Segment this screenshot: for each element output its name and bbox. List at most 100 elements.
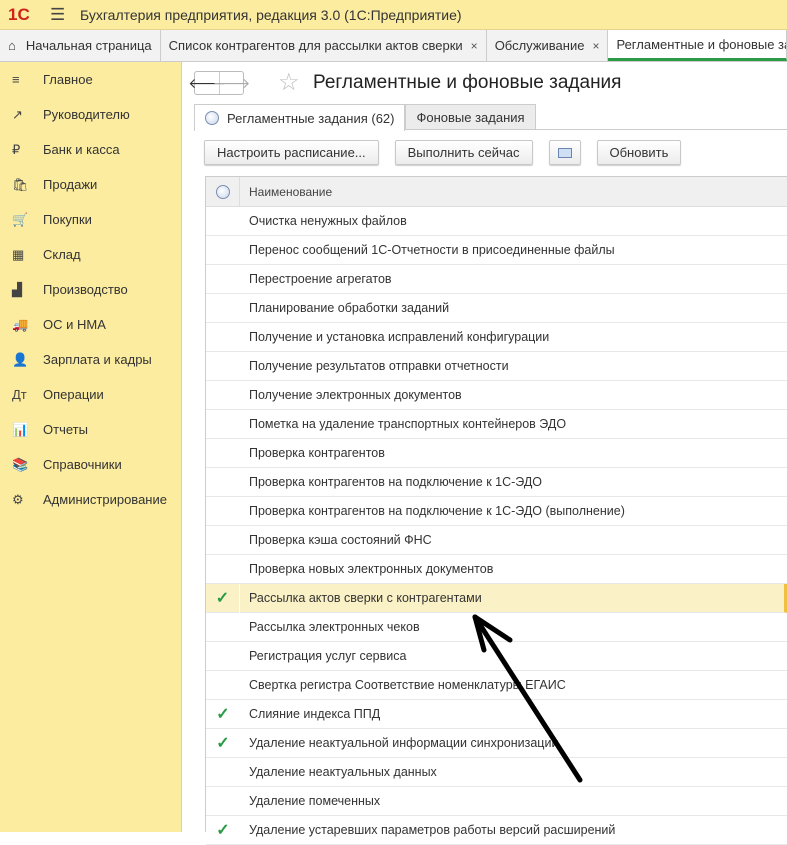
job-name: Слияние индекса ППД [249, 707, 381, 721]
title-bar: 1С ☰ Бухгалтерия предприятия, редакция 3… [0, 0, 787, 30]
sidebar-item[interactable]: 👤 Зарплата и кадры [0, 342, 181, 377]
globe-icon [205, 111, 219, 125]
tab-background[interactable]: Фоновые задания [405, 104, 536, 129]
table-row[interactable]: Получение электронных документов [206, 381, 787, 410]
job-name: Перестроение агрегатов [249, 272, 392, 286]
open-tabs: ⌂ Начальная страница Список контрагентов … [0, 30, 787, 62]
sidebar-item[interactable]: ₽ Банк и касса [0, 132, 181, 167]
sidebar-item[interactable]: 🛒 Покупки [0, 202, 181, 237]
nav-buttons: 🡐 🡒 [188, 71, 250, 95]
job-name: Рассылка электронных чеков [249, 620, 420, 634]
tab-home[interactable]: ⌂ Начальная страница [0, 30, 161, 61]
table-row[interactable]: Регистрация услуг сервиса [206, 642, 787, 671]
table-row[interactable]: ✓ Удаление неактуальной информации синхро… [206, 729, 787, 758]
job-name: Планирование обработки заданий [249, 301, 450, 315]
header-use-column[interactable] [206, 177, 240, 206]
table-row[interactable]: Проверка новых электронных документов [206, 555, 787, 584]
job-name: Получение электронных документов [249, 388, 462, 402]
sidebar-item[interactable]: ⚙ Администрирование [0, 482, 181, 517]
sidebar-item[interactable]: ▦ Склад [0, 237, 181, 272]
section-icon: 👤 [12, 351, 29, 367]
table-row[interactable]: Проверка кэша состояний ФНС [206, 526, 787, 555]
job-name: Проверка новых электронных документов [249, 562, 494, 576]
table-row[interactable]: Получение результатов отправки отчетност… [206, 352, 787, 381]
job-name: Удаление устаревших параметров работы ве… [249, 823, 616, 837]
close-icon[interactable]: × [471, 39, 478, 53]
table-row[interactable]: Очистка ненужных файлов [206, 207, 787, 236]
tab-scheduled-jobs[interactable]: Регламентные и фоновые задания [608, 30, 787, 61]
job-name: Регистрация услуг сервиса [249, 649, 407, 663]
1c-logo: 1С [8, 4, 30, 24]
job-name: Перенос сообщений 1С-Отчетности в присое… [249, 243, 615, 257]
job-name: Проверка контрагентов на подключение к 1… [249, 504, 625, 518]
table-row[interactable]: Проверка контрагентов [206, 439, 787, 468]
section-icon: 🚚 [12, 316, 29, 332]
job-name: Получение и установка исправлений конфиг… [249, 330, 550, 344]
section-icon: ▟ [12, 281, 22, 297]
table-row[interactable]: Пометка на удаление транспортных контейн… [206, 410, 787, 439]
page-title: Регламентные и фоновые задания [313, 72, 622, 93]
sidebar-item[interactable]: ≡ Главное [0, 62, 181, 97]
table-row[interactable]: Удаление помеченных [206, 787, 787, 816]
favorite-star-icon[interactable]: ☆ [278, 68, 300, 97]
table-row[interactable]: Рассылка электронных чеков [206, 613, 787, 642]
table-row[interactable]: Свертка регистра Соответствие номенклату… [206, 671, 787, 700]
tab-scheduled[interactable]: Регламентные задания (62) [194, 104, 406, 131]
job-name: Свертка регистра Соответствие номенклату… [249, 678, 566, 692]
table-row[interactable]: ✓ Удаление устаревших параметров работы в… [206, 816, 787, 845]
table-header: Наименование [206, 177, 787, 207]
sidebar-item[interactable]: Дт Операции [0, 377, 181, 412]
section-icon: 📊 [12, 421, 29, 437]
header-name-column[interactable]: Наименование [240, 177, 787, 206]
section-icon: Дт [12, 387, 27, 402]
refresh-button[interactable]: Обновить [596, 140, 682, 165]
section-icon: ▦ [12, 246, 25, 262]
app-title: Бухгалтерия предприятия, редакция 3.0 (1… [80, 6, 462, 23]
table-row[interactable]: Перенос сообщений 1С-Отчетности в присое… [206, 236, 787, 265]
section-icon: ₽ [12, 141, 21, 157]
section-icon: ⚙ [12, 491, 24, 507]
job-name: Удаление помеченных [249, 794, 381, 808]
section-icon: 🛍 [12, 176, 29, 192]
sidebar: ≡ Главное ↗ Руководителю ₽ Банк и касса 🛍 Прода… [0, 62, 182, 832]
sidebar-item[interactable]: 📚 Справочники [0, 447, 181, 482]
job-name: Удаление неактуальных данных [249, 765, 437, 779]
forward-button[interactable]: 🡒 [213, 72, 250, 94]
schedule-button[interactable]: Настроить расписание... [204, 140, 379, 165]
section-icon: 🛒 [12, 211, 29, 227]
run-now-button[interactable]: Выполнить сейчас [394, 140, 533, 165]
sidebar-item[interactable]: 🚚 ОС и НМА [0, 307, 181, 342]
settings-button[interactable] [548, 140, 581, 165]
table-row[interactable]: ✓ Рассылка актов сверки с контрагентами [206, 583, 787, 613]
table-row[interactable]: Проверка контрагентов на подключение к 1… [206, 497, 787, 526]
job-name: Проверка контрагентов на подключение к 1… [249, 475, 543, 489]
main-content: 🡐 🡒 ☆ Регламентные и фоновые задания Рег… [182, 62, 787, 845]
job-name: Рассылка актов сверки с контрагентами [249, 591, 482, 605]
home-icon: ⌂ [8, 38, 16, 53]
close-icon[interactable]: × [592, 39, 599, 53]
panel-icon [557, 147, 572, 158]
sidebar-item[interactable]: ▟ Производство [0, 272, 181, 307]
table-row[interactable]: Перестроение агрегатов [206, 265, 787, 294]
form-tabs: Регламентные задания (62) Фоновые задани… [194, 104, 787, 131]
table-row[interactable]: Получение и установка исправлений конфиг… [206, 323, 787, 352]
table-row[interactable]: Удаление неактуальных данных [206, 758, 787, 787]
section-icon: ↗ [12, 106, 23, 122]
check-icon: ✓ [216, 735, 230, 752]
job-name: Пометка на удаление транспортных контейн… [249, 417, 567, 431]
sidebar-item[interactable]: 🛍 Продажи [0, 167, 181, 202]
job-name: Проверка контрагентов [249, 446, 385, 460]
tab-maintenance[interactable]: Обслуживание × [487, 30, 609, 61]
check-icon: ✓ [216, 822, 230, 839]
table-row[interactable]: Проверка контрагентов на подключение к 1… [206, 468, 787, 497]
check-icon: ✓ [206, 583, 240, 613]
sidebar-item[interactable]: ↗ Руководителю [0, 97, 181, 132]
table-row[interactable]: Планирование обработки заданий [206, 294, 787, 323]
check-icon: ✓ [216, 706, 230, 723]
tab-counterparties[interactable]: Список контрагентов для рассылки актов с… [161, 30, 487, 61]
table-row[interactable]: ✓ Слияние индекса ППД [206, 700, 787, 729]
job-name: Удаление неактуальной информации синхрон… [249, 736, 559, 750]
sidebar-item[interactable]: 📊 Отчеты [0, 412, 181, 447]
menu-icon[interactable]: ☰ [50, 5, 80, 25]
toolbar: Настроить расписание... Выполнить сейчас… [204, 140, 697, 165]
